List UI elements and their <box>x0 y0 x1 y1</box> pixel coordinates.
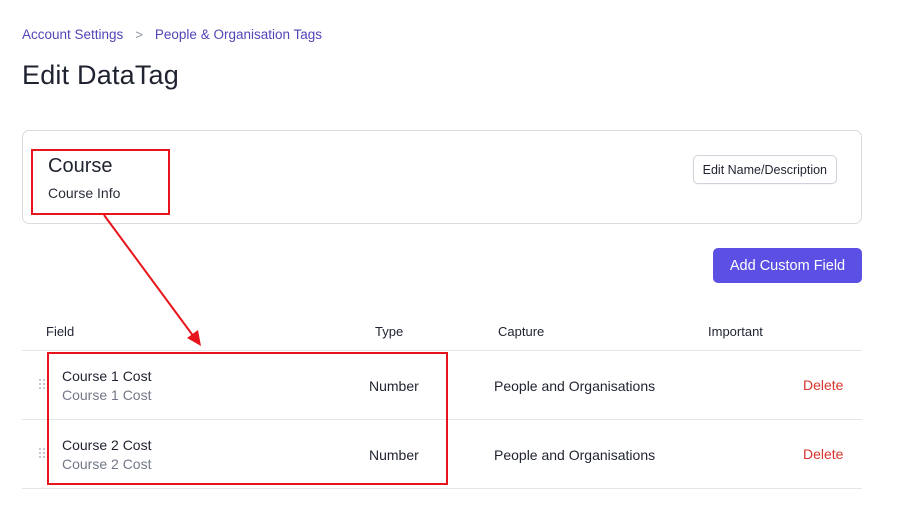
column-header-capture: Capture <box>498 324 545 339</box>
page-title: Edit DataTag <box>22 60 179 90</box>
column-header-important: Important <box>708 324 763 339</box>
datatag-name: Course <box>48 155 113 177</box>
field-label: Course 2 Cost <box>62 456 152 472</box>
field-name: Course 1 Cost <box>62 368 152 384</box>
datatag-card: Course Course Info Edit Name/Description <box>22 130 862 224</box>
column-header-field: Field <box>46 324 75 339</box>
breadcrumb: Account Settings > People & Organisation… <box>22 27 322 42</box>
field-type: Number <box>369 447 419 463</box>
delete-field-link[interactable]: Delete <box>803 377 843 393</box>
breadcrumb-people-organisation-tags[interactable]: People & Organisation Tags <box>155 27 322 42</box>
field-type: Number <box>369 378 419 394</box>
drag-handle-icon[interactable] <box>39 379 47 391</box>
fields-table-header: Field Type Capture Important <box>22 318 862 351</box>
table-row: Course 1 Cost Course 1 Cost Number Peopl… <box>22 351 862 420</box>
field-capture: People and Organisations <box>494 447 656 463</box>
breadcrumb-account-settings[interactable]: Account Settings <box>22 27 123 42</box>
table-row: Course 2 Cost Course 2 Cost Number Peopl… <box>22 420 862 489</box>
field-capture: People and Organisations <box>494 378 656 394</box>
add-custom-field-button[interactable]: Add Custom Field <box>713 248 862 283</box>
edit-name-description-button[interactable]: Edit Name/Description <box>692 155 837 184</box>
chevron-right-icon: > <box>135 27 143 42</box>
field-label: Course 1 Cost <box>62 387 152 403</box>
datatag-description: Course Info <box>48 185 121 201</box>
delete-field-link[interactable]: Delete <box>803 446 843 462</box>
drag-handle-icon[interactable] <box>39 448 47 460</box>
field-name: Course 2 Cost <box>62 437 152 453</box>
column-header-type: Type <box>375 324 404 339</box>
